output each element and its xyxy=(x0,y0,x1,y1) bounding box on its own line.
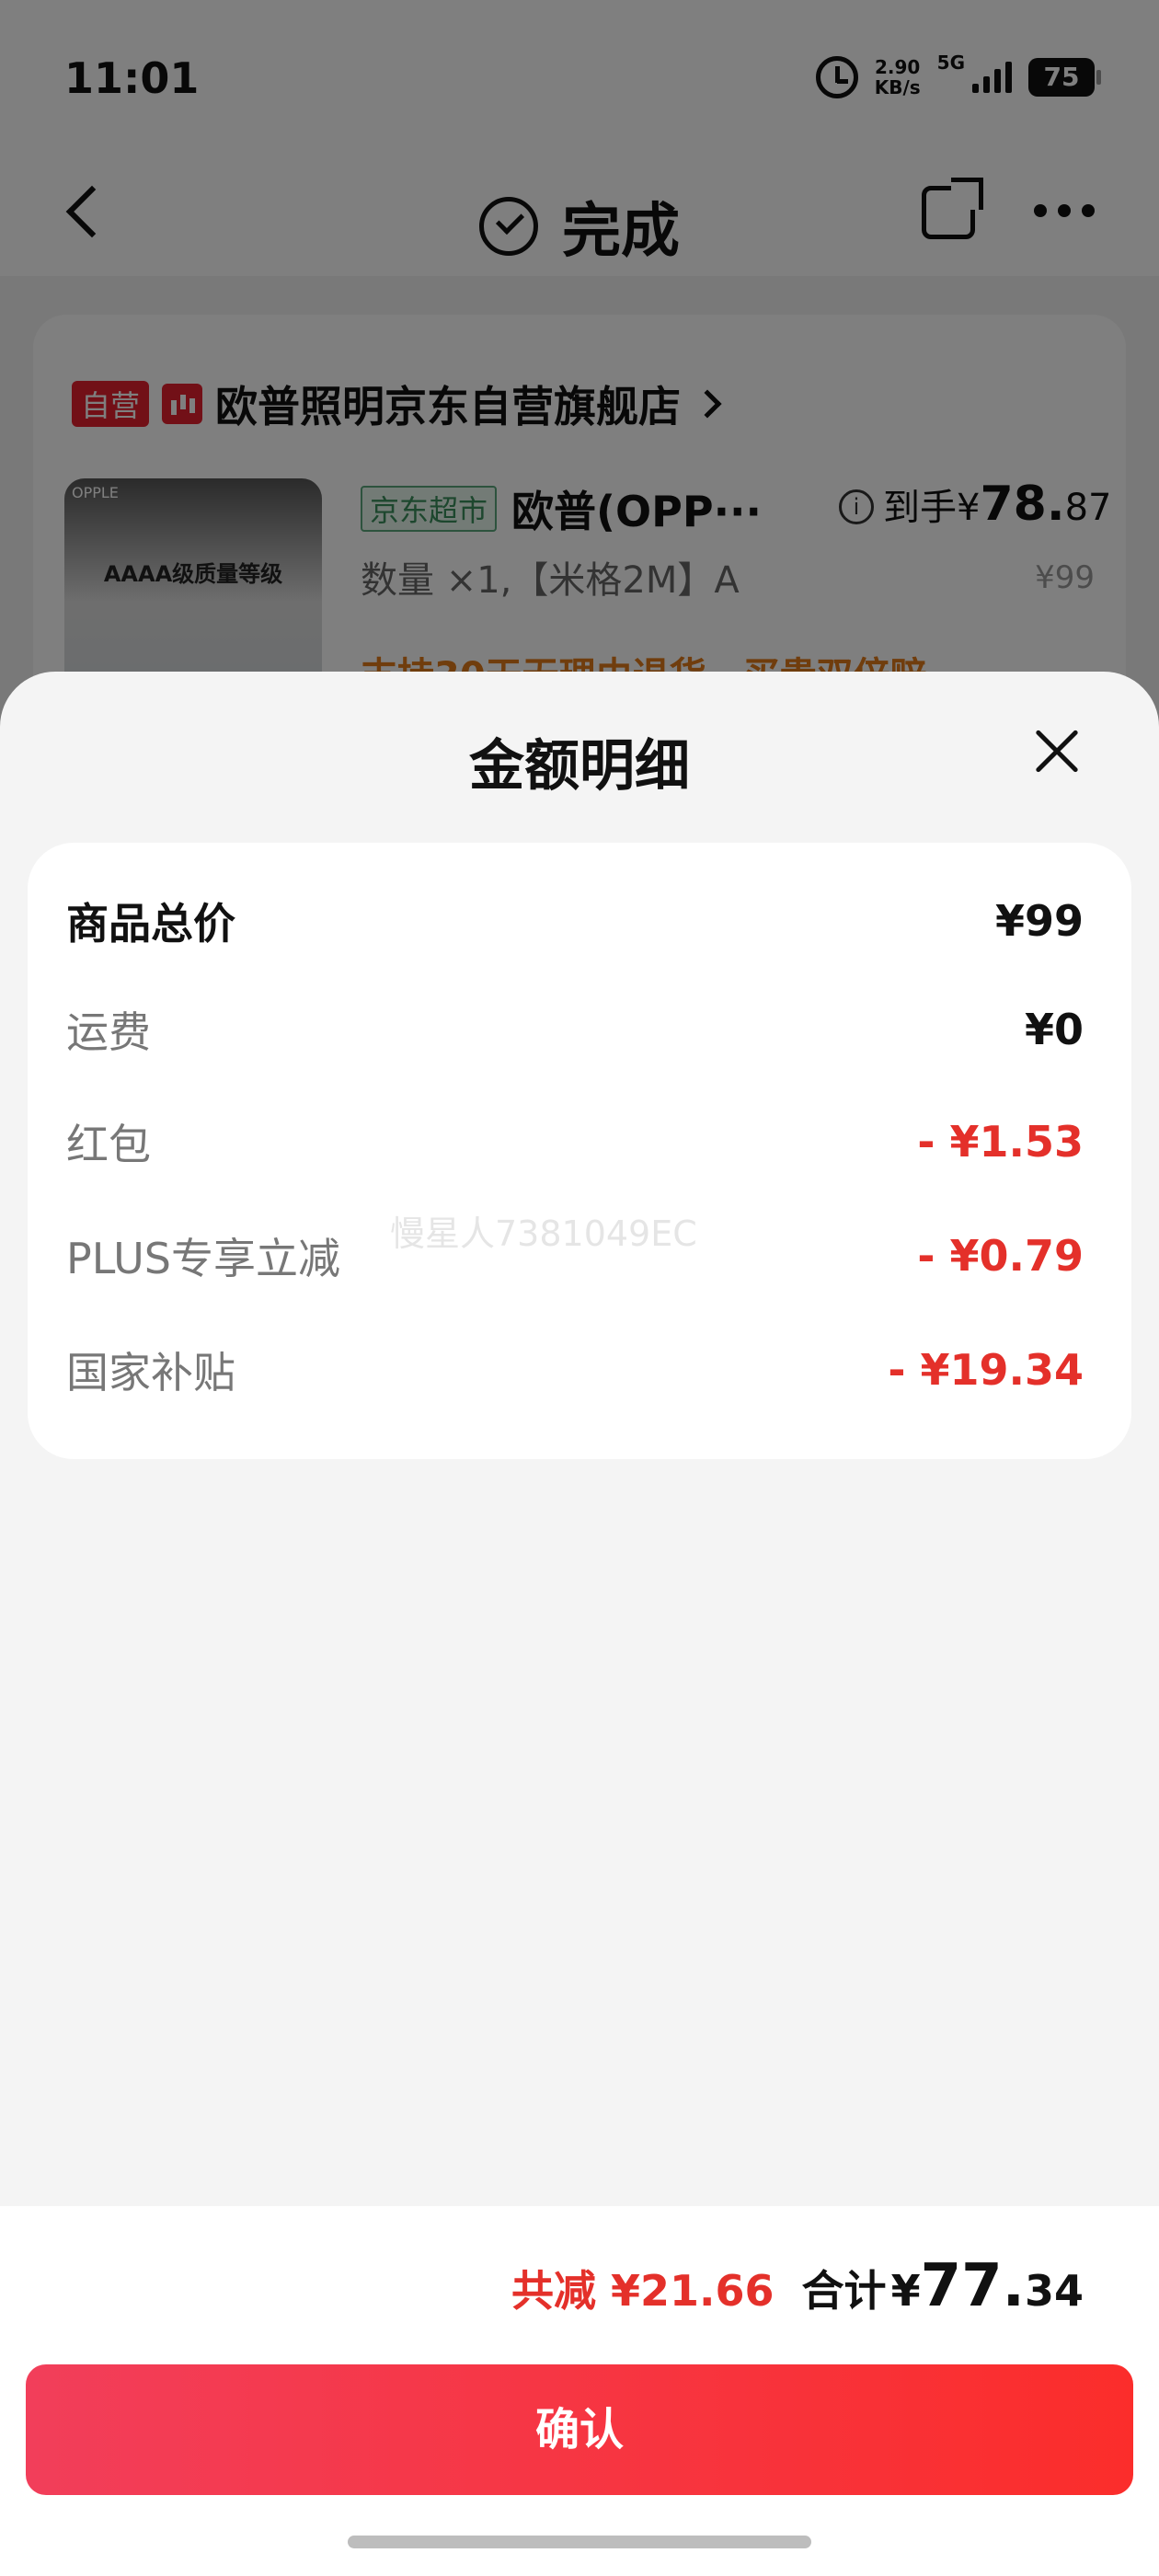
sheet-footer: 共减 ¥21.66 合计 ¥77.34 确认 xyxy=(0,2206,1159,2576)
dim-overlay[interactable] xyxy=(0,0,1159,736)
detail-row-subtotal: 商品总价 ¥99 xyxy=(66,889,1084,953)
amount-detail-sheet: 金额明细 商品总价 ¥99 运费 ¥0 红包 - ¥1.53 PLUS专享立减 … xyxy=(0,672,1159,2576)
detail-value: ¥99 xyxy=(994,896,1084,946)
order-page-background: 11:01 2.90 KB/s 5G 75 完成 自营 欧普照明京东自营旗舰店 xyxy=(0,0,1159,775)
amount-detail-card: 商品总价 ¥99 运费 ¥0 红包 - ¥1.53 PLUS专享立减 - ¥0.… xyxy=(28,843,1131,1459)
detail-label: 商品总价 xyxy=(66,899,235,949)
detail-row-red-packet: 红包 - ¥1.53 xyxy=(66,1110,1084,1174)
sheet-title: 金额明细 xyxy=(469,734,690,799)
detail-label: 国家补贴 xyxy=(66,1348,235,1397)
detail-row-shipping: 运费 ¥0 xyxy=(66,997,1084,1062)
detail-label: 红包 xyxy=(66,1120,151,1169)
price-summary: 共减 ¥21.66 合计 ¥77.34 xyxy=(511,2252,1084,2320)
detail-value: ¥0 xyxy=(1024,1005,1084,1054)
total-amount: ¥77.34 xyxy=(890,2252,1084,2320)
detail-row-national-subsidy: 国家补贴 - ¥19.34 xyxy=(66,1338,1084,1402)
detail-label: 运费 xyxy=(66,1007,151,1057)
home-indicator[interactable] xyxy=(348,2536,811,2548)
close-icon[interactable] xyxy=(1034,729,1080,775)
detail-value: - ¥0.79 xyxy=(917,1231,1084,1281)
detail-value: - ¥1.53 xyxy=(917,1117,1084,1167)
total-label: 合计 xyxy=(801,2266,887,2316)
detail-value: - ¥19.34 xyxy=(888,1345,1084,1395)
confirm-button[interactable]: 确认 xyxy=(26,2364,1133,2495)
total-saved: 共减 ¥21.66 xyxy=(511,2266,775,2316)
detail-label: PLUS专享立减 xyxy=(66,1234,340,1283)
watermark: 慢星人7381049EC xyxy=(390,1213,697,1254)
